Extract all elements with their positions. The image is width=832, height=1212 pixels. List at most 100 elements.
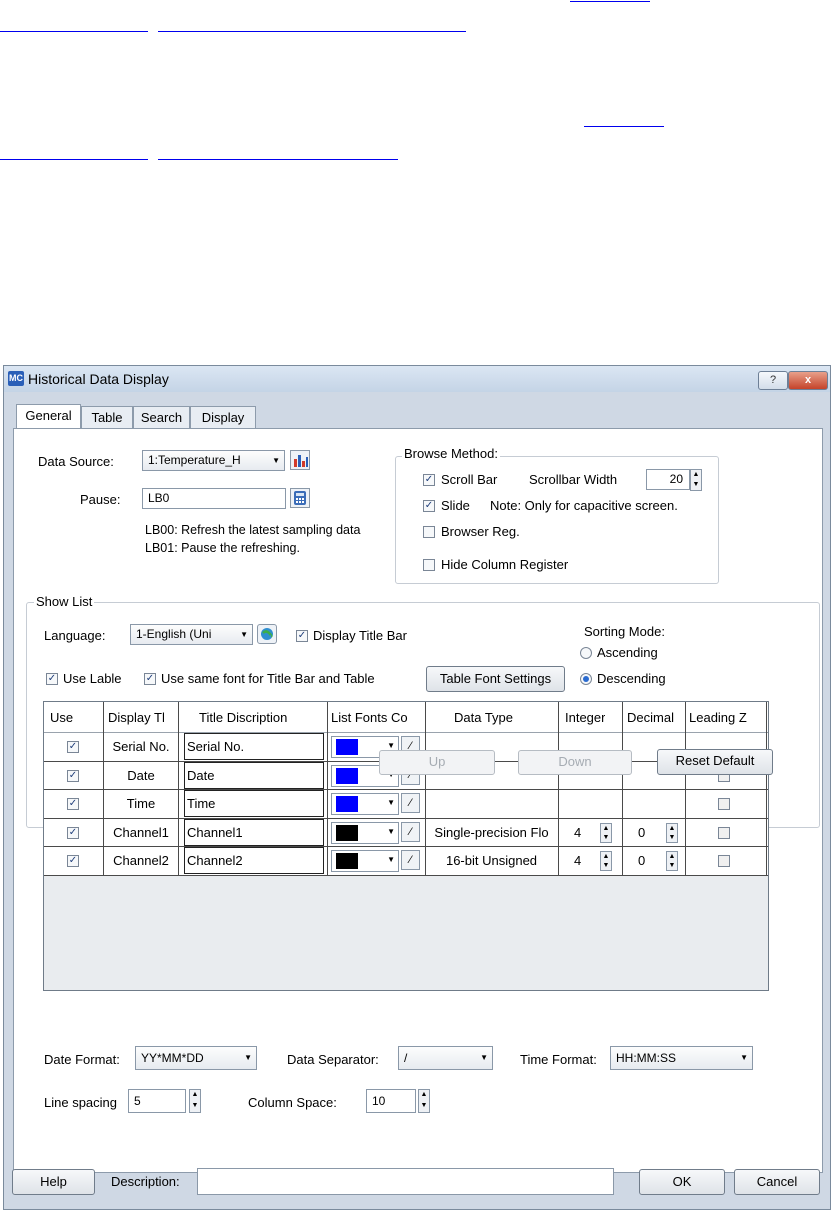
- slide-checkbox[interactable]: ✓: [423, 500, 435, 512]
- chevron-down-icon: ▼: [387, 741, 395, 750]
- close-button[interactable]: x: [788, 371, 828, 390]
- chevron-down-icon: ▼: [740, 1053, 748, 1062]
- table-row: ✓ Channel1 Channel1 ▼ ⁄ Single-precision Flo 4…: [44, 818, 768, 847]
- chart-icon[interactable]: [290, 450, 310, 470]
- browse-method-title: Browse Method:: [402, 446, 500, 461]
- chevron-down-icon: ▼: [480, 1053, 488, 1062]
- integer-spinner[interactable]: ▲ ▼: [600, 822, 612, 843]
- use-checkbox[interactable]: ✓: [67, 769, 79, 782]
- table-font-settings-button[interactable]: Table Font Settings: [426, 666, 565, 692]
- descending-radio[interactable]: [580, 673, 592, 685]
- up-button[interactable]: Up: [379, 750, 495, 775]
- use-checkbox[interactable]: ✓: [67, 855, 79, 867]
- hide-column-register-label: Hide Column Register: [441, 557, 569, 572]
- use-lable-checkbox[interactable]: ✓: [46, 673, 58, 685]
- display-title-cell: Serial No.: [112, 739, 170, 754]
- ascending-radio[interactable]: [580, 647, 592, 659]
- header-use: Use: [50, 710, 74, 725]
- sorting-mode-label: Sorting Mode:: [584, 624, 665, 639]
- language-value: 1-English (Uni: [136, 627, 212, 641]
- decimal-spinner[interactable]: ▲ ▼: [666, 822, 678, 843]
- help-button[interactable]: Help: [12, 1169, 95, 1195]
- data-separator-select[interactable]: / ▼: [398, 1046, 493, 1070]
- color-picker-icon[interactable]: ⁄: [401, 821, 420, 842]
- decimal-value[interactable]: 0: [638, 847, 658, 874]
- column-space-input[interactable]: 10: [366, 1089, 416, 1113]
- line-spacing-input[interactable]: 5: [128, 1089, 186, 1113]
- date-format-value: YY*MM*DD: [141, 1051, 204, 1065]
- color-picker-icon[interactable]: ⁄: [401, 850, 420, 870]
- down-button[interactable]: Down: [518, 750, 632, 775]
- description-input[interactable]: [197, 1168, 614, 1195]
- column-table: Use Display Tl Title Discription List Fo…: [43, 701, 769, 991]
- integer-value[interactable]: 4: [574, 819, 594, 846]
- tab-search[interactable]: Search: [133, 406, 190, 428]
- tab-display[interactable]: Display: [190, 406, 256, 428]
- use-checkbox[interactable]: ✓: [67, 798, 79, 810]
- same-font-label: Use same font for Title Bar and Table: [161, 671, 375, 686]
- chevron-down-icon: ▼: [387, 826, 395, 836]
- same-font-checkbox[interactable]: ✓: [144, 673, 156, 685]
- ok-button[interactable]: OK: [639, 1169, 725, 1195]
- leading-zero-checkbox[interactable]: [718, 826, 730, 839]
- color-swatch: [336, 853, 358, 869]
- header-title-description: Title Discription: [199, 710, 288, 725]
- integer-value[interactable]: 4: [574, 847, 594, 874]
- display-title-cell: Date: [127, 767, 155, 783]
- use-checkbox[interactable]: ✓: [67, 741, 79, 753]
- column-space-label: Column Space:: [248, 1095, 337, 1110]
- reset-default-button[interactable]: Reset Default: [657, 749, 773, 775]
- decimal-spinner[interactable]: ▲ ▼: [666, 851, 678, 871]
- display-title-cell: Channel1: [113, 824, 169, 840]
- note-line-2: LB01: Pause the refreshing.: [145, 541, 300, 555]
- title-description-cell[interactable]: Channel1: [184, 818, 324, 846]
- title-help-button[interactable]: ?: [758, 371, 788, 390]
- color-picker-icon[interactable]: ⁄: [401, 793, 420, 813]
- font-color-select[interactable]: ▼: [331, 821, 399, 844]
- font-color-select[interactable]: ▼: [331, 850, 399, 872]
- column-space-spinner[interactable]: ▲ ▼: [418, 1089, 430, 1113]
- time-format-label: Time Format:: [520, 1052, 597, 1067]
- scrollbar-width-input[interactable]: 20: [646, 469, 690, 490]
- display-title-bar-checkbox[interactable]: ✓: [296, 630, 308, 642]
- tab-general[interactable]: General: [16, 404, 81, 429]
- globe-icon[interactable]: [257, 624, 277, 644]
- date-format-select[interactable]: YY*MM*DD ▼: [135, 1046, 257, 1070]
- time-format-select[interactable]: HH:MM:SS ▼: [610, 1046, 753, 1070]
- scroll-bar-checkbox[interactable]: ✓: [423, 474, 435, 486]
- title-description-cell[interactable]: Time: [184, 790, 324, 817]
- language-select[interactable]: 1-English (Uni ▼: [130, 624, 253, 645]
- title-description-cell[interactable]: Channel2: [184, 847, 324, 874]
- hide-column-register-checkbox[interactable]: [423, 559, 435, 571]
- dialog-title: Historical Data Display: [28, 371, 169, 387]
- tab-table[interactable]: Table: [81, 406, 133, 428]
- header-leading-zero: Leading Z: [689, 710, 747, 725]
- show-list-title: Show List: [34, 594, 95, 609]
- line-spacing-spinner[interactable]: ▲ ▼: [189, 1089, 201, 1113]
- chevron-down-icon: ▼: [240, 630, 248, 639]
- data-source-label: Data Source:: [38, 454, 114, 469]
- pause-label: Pause:: [80, 492, 121, 507]
- font-color-select[interactable]: ▼: [331, 793, 399, 815]
- calculator-icon[interactable]: [290, 488, 310, 508]
- scrollbar-width-label: Scrollbar Width: [529, 472, 618, 487]
- scrollbar-width-spinner[interactable]: ▲ ▼: [690, 469, 702, 491]
- use-checkbox[interactable]: ✓: [67, 826, 79, 839]
- pause-input[interactable]: LB0: [142, 488, 286, 509]
- header-list-fonts-color: List Fonts Co: [331, 710, 408, 725]
- integer-spinner[interactable]: ▲ ▼: [600, 851, 612, 871]
- decimal-value[interactable]: 0: [638, 819, 658, 846]
- data-type-cell[interactable]: Single-precision Flo: [426, 819, 557, 846]
- title-description-cell[interactable]: Date: [184, 761, 324, 789]
- leading-zero-checkbox[interactable]: [718, 798, 730, 810]
- display-title-cell: Channel2: [113, 853, 169, 868]
- title-description-cell[interactable]: Serial No.: [184, 733, 324, 760]
- data-type-cell[interactable]: 16-bit Unsigned: [426, 847, 557, 874]
- data-source-select[interactable]: 1:Temperature_H ▼: [142, 450, 285, 471]
- slide-note: Note: Only for capacitive screen.: [490, 498, 678, 513]
- leading-zero-checkbox[interactable]: [718, 855, 730, 867]
- cancel-button[interactable]: Cancel: [734, 1169, 820, 1195]
- browser-reg-checkbox[interactable]: [423, 526, 435, 538]
- table-row: ✓ Channel2 Channel2 ▼ ⁄ 16-bit Unsigned 4 ▲ ▼ 0 ▲ ▼: [44, 847, 768, 876]
- data-separator-label: Data Separator:: [287, 1052, 379, 1067]
